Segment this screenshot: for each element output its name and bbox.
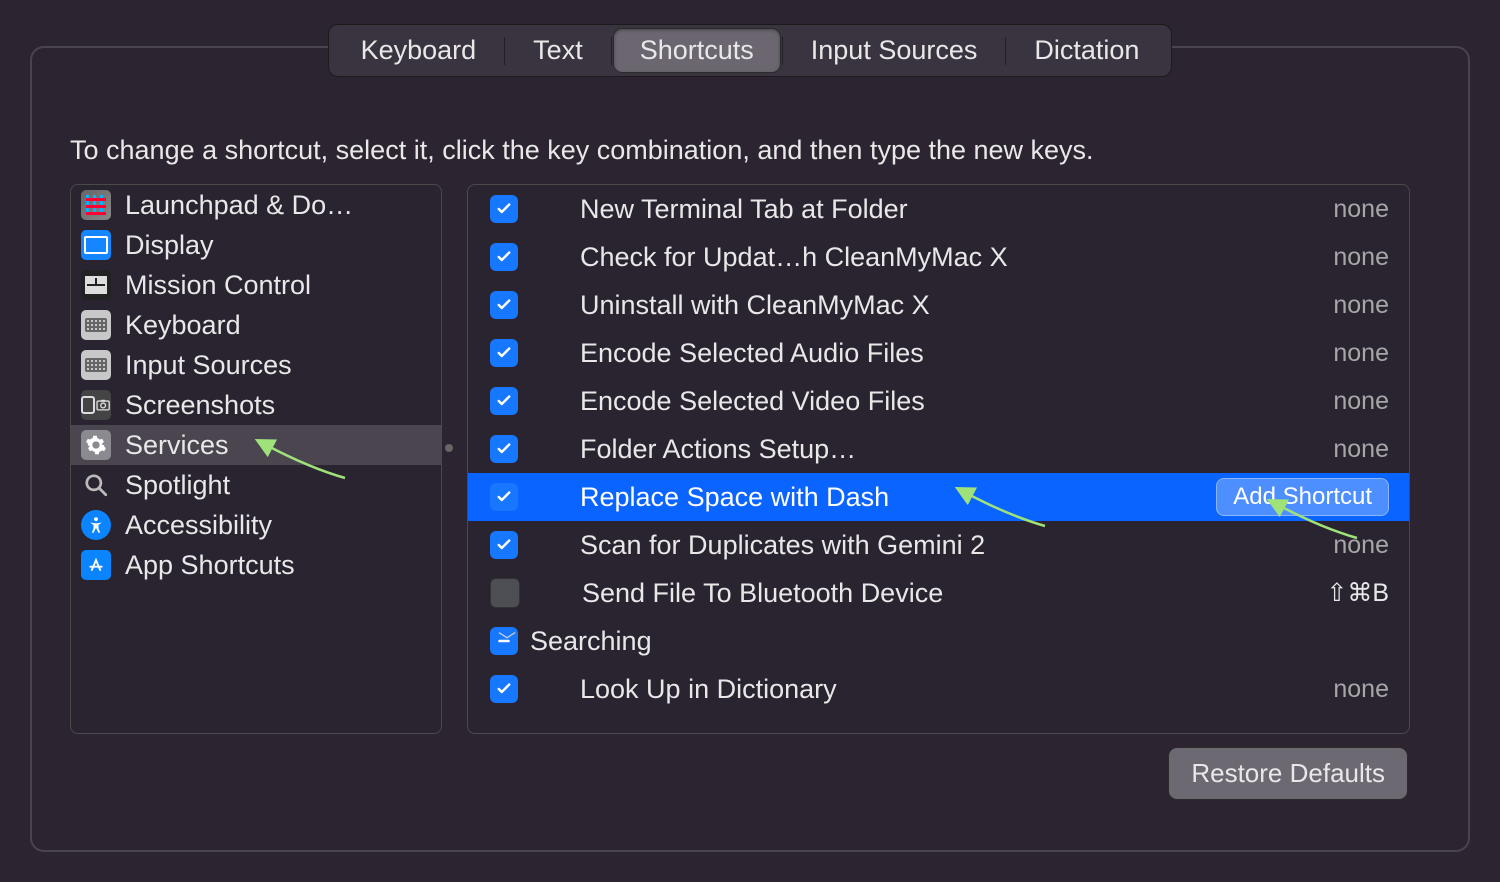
tab-separator	[782, 37, 783, 65]
chevron-down-icon[interactable]: ﹀	[498, 627, 516, 653]
sidebar-item-spotlight[interactable]: Spotlight	[71, 465, 441, 505]
sidebar-item-mission-control[interactable]: Mission Control	[71, 265, 441, 305]
shortcut-name: Encode Selected Video Files	[580, 386, 1319, 417]
shortcut-row[interactable]: Encode Selected Audio Files none	[468, 329, 1409, 377]
shortcut-value[interactable]: none	[1319, 435, 1389, 464]
shortcut-name: Look Up in Dictionary	[580, 674, 1319, 705]
instruction-text: To change a shortcut, select it, click t…	[70, 135, 1094, 166]
checkbox[interactable]	[490, 243, 518, 271]
checkbox[interactable]	[490, 483, 518, 511]
shortcut-row[interactable]: Look Up in Dictionary none	[468, 665, 1409, 713]
shortcut-name: Encode Selected Audio Files	[580, 338, 1319, 369]
shortcut-value[interactable]: none	[1319, 531, 1389, 560]
shortcut-row-selected[interactable]: Replace Space with Dash Add Shortcut	[468, 473, 1409, 521]
sidebar-item-keyboard[interactable]: Keyboard	[71, 305, 441, 345]
keyboard-preferences-window: Keyboard Text Shortcuts Input Sources Di…	[0, 0, 1500, 882]
tab-shortcuts[interactable]: Shortcuts	[614, 29, 780, 72]
sidebar-item-screenshots[interactable]: Screenshots	[71, 385, 441, 425]
sidebar-item-label: Keyboard	[125, 310, 241, 341]
shortcut-value[interactable]: none	[1319, 243, 1389, 272]
sidebar-item-label: Launchpad & Do…	[125, 190, 353, 221]
keyboard-icon	[81, 310, 111, 340]
shortcut-value[interactable]: none	[1319, 339, 1389, 368]
group-name: Searching	[530, 626, 1389, 657]
sidebar-item-label: App Shortcuts	[125, 550, 295, 581]
tab-text[interactable]: Text	[507, 29, 609, 72]
checkbox[interactable]	[490, 531, 518, 559]
shortcut-value[interactable]: none	[1319, 195, 1389, 224]
shortcut-name: Folder Actions Setup…	[580, 434, 1319, 465]
checkbox[interactable]	[490, 578, 520, 608]
checkbox[interactable]	[490, 435, 518, 463]
shortcut-name: Scan for Duplicates with Gemini 2	[580, 530, 1319, 561]
sidebar-item-label: Screenshots	[125, 390, 275, 421]
sidebar-item-input-sources[interactable]: Input Sources	[71, 345, 441, 385]
sidebar-item-accessibility[interactable]: Accessibility	[71, 505, 441, 545]
restore-defaults-button[interactable]: Restore Defaults	[1168, 747, 1408, 800]
tab-separator	[1005, 37, 1006, 65]
sidebar-item-label: Input Sources	[125, 350, 292, 381]
shortcut-name: Check for Updat…h CleanMyMac X	[580, 242, 1319, 273]
shortcut-value[interactable]: none	[1319, 387, 1389, 416]
display-icon	[81, 230, 111, 260]
content-columns: Launchpad & Do… Display Mission Control …	[70, 184, 1410, 734]
tab-separator	[611, 37, 612, 65]
shortcut-list[interactable]: New Terminal Tab at Folder none Check fo…	[467, 184, 1410, 734]
app-shortcuts-icon	[81, 550, 111, 580]
shortcut-name: Send File To Bluetooth Device	[582, 578, 1312, 609]
sidebar-item-app-shortcuts[interactable]: App Shortcuts	[71, 545, 441, 585]
shortcut-group-searching[interactable]: ﹀ Searching	[468, 617, 1409, 665]
category-sidebar[interactable]: Launchpad & Do… Display Mission Control …	[70, 184, 442, 734]
shortcut-value[interactable]: none	[1319, 291, 1389, 320]
shortcut-row[interactable]: Folder Actions Setup… none	[468, 425, 1409, 473]
checkbox[interactable]	[490, 675, 518, 703]
magnifier-icon	[81, 470, 111, 500]
tab-keyboard[interactable]: Keyboard	[335, 29, 503, 72]
tab-separator	[504, 37, 505, 65]
screenshots-icon	[81, 390, 111, 420]
tab-dictation[interactable]: Dictation	[1008, 29, 1165, 72]
checkbox[interactable]	[490, 387, 518, 415]
shortcut-value[interactable]: ⇧⌘B	[1312, 578, 1389, 608]
checkbox[interactable]	[490, 195, 518, 223]
sidebar-item-label: Spotlight	[125, 470, 230, 501]
sidebar-item-services[interactable]: Services	[71, 425, 441, 465]
shortcut-value[interactable]: none	[1319, 675, 1389, 704]
shortcut-row[interactable]: Check for Updat…h CleanMyMac X none	[468, 233, 1409, 281]
sidebar-item-label: Mission Control	[125, 270, 311, 301]
tab-input-sources[interactable]: Input Sources	[785, 29, 1004, 72]
checkbox[interactable]	[490, 291, 518, 319]
checkbox[interactable]	[490, 339, 518, 367]
keyboard-icon	[81, 350, 111, 380]
sidebar-item-launchpad[interactable]: Launchpad & Do…	[71, 185, 441, 225]
gear-icon	[81, 430, 111, 460]
accessibility-icon	[81, 510, 111, 540]
tab-bar: Keyboard Text Shortcuts Input Sources Di…	[30, 24, 1470, 77]
sidebar-item-label: Accessibility	[125, 510, 272, 541]
shortcut-row[interactable]: Uninstall with CleanMyMac X none	[468, 281, 1409, 329]
add-shortcut-button[interactable]: Add Shortcut	[1216, 478, 1389, 516]
shortcut-row[interactable]: Scan for Duplicates with Gemini 2 none	[468, 521, 1409, 569]
shortcut-row[interactable]: Encode Selected Video Files none	[468, 377, 1409, 425]
sidebar-indicator-dot	[445, 444, 453, 452]
sidebar-item-display[interactable]: Display	[71, 225, 441, 265]
mission-control-icon	[81, 270, 111, 300]
shortcut-name: Replace Space with Dash	[580, 482, 1216, 513]
shortcut-name: Uninstall with CleanMyMac X	[580, 290, 1319, 321]
shortcut-name: New Terminal Tab at Folder	[580, 194, 1319, 225]
sidebar-item-label: Display	[125, 230, 214, 261]
shortcut-row[interactable]: New Terminal Tab at Folder none	[468, 185, 1409, 233]
shortcut-row[interactable]: Send File To Bluetooth Device ⇧⌘B	[468, 569, 1409, 617]
tab-bar-inner: Keyboard Text Shortcuts Input Sources Di…	[328, 24, 1173, 77]
sidebar-item-label: Services	[125, 430, 229, 461]
launchpad-icon	[81, 190, 111, 220]
